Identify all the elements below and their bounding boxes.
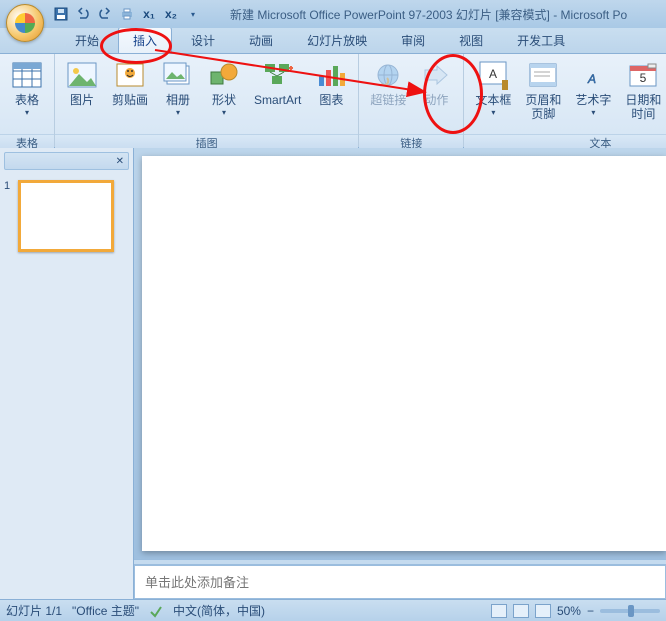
editor-area: 单击此处添加备注 [134, 148, 666, 599]
clipart-button[interactable]: 剪贴画 [105, 56, 155, 132]
tab-review[interactable]: 审阅 [386, 26, 440, 53]
smartart-button[interactable]: SmartArt [247, 56, 308, 132]
shapes-icon [208, 59, 240, 91]
window-title: 新建 Microsoft Office PowerPoint 97-2003 幻… [230, 6, 627, 23]
spellcheck-icon [149, 604, 163, 618]
office-button[interactable] [6, 4, 44, 42]
svg-text:5: 5 [640, 71, 647, 85]
svg-text:A: A [489, 67, 497, 81]
headerfooter-label: 页眉和 页脚 [525, 93, 561, 121]
chevron-down-icon: ▾ [176, 108, 180, 117]
thumbnail-item[interactable]: 1 [4, 180, 129, 252]
table-button[interactable]: 表格 ▾ [4, 56, 50, 132]
chevron-down-icon: ▾ [491, 108, 495, 117]
title-bar: x₁ x₂ ▾ 新建 Microsoft Office PowerPoint 9… [0, 0, 666, 28]
table-icon [11, 59, 43, 91]
chart-button[interactable]: 图表 [308, 56, 354, 132]
undo-icon[interactable] [74, 5, 92, 23]
slide-canvas-area [134, 148, 666, 559]
album-icon [162, 59, 194, 91]
textbox-button[interactable]: A 文本框 ▾ [468, 56, 518, 132]
thumbnail-slide[interactable] [18, 180, 114, 252]
tab-slideshow[interactable]: 幻灯片放映 [292, 26, 382, 53]
sub-x2-icon[interactable]: x₂ [162, 5, 180, 23]
ribbon: 表格 ▾ 表格 图片 剪贴画 相册 ▾ 形状 ▾ [0, 54, 666, 148]
thumbnail-pane: ✕ 1 [0, 148, 134, 599]
zoom-slider[interactable] [600, 609, 660, 613]
album-button[interactable]: 相册 ▾ [155, 56, 201, 132]
hyperlink-label: 超链接 [370, 93, 406, 107]
chart-label: 图表 [319, 93, 343, 107]
action-label: 动作 [424, 93, 448, 107]
picture-label: 图片 [70, 93, 94, 107]
tab-insert[interactable]: 插入 [118, 26, 172, 53]
clipart-label: 剪贴画 [112, 93, 148, 107]
smartart-icon [262, 59, 294, 91]
tab-developer[interactable]: 开发工具 [502, 26, 580, 53]
table-label: 表格 [15, 93, 39, 107]
hyperlink-icon [372, 59, 404, 91]
picture-icon [66, 59, 98, 91]
chart-icon [315, 59, 347, 91]
shapes-label: 形状 [212, 93, 236, 107]
action-icon [420, 59, 452, 91]
qat-more-icon[interactable]: ▾ [184, 5, 202, 23]
redo-icon[interactable] [96, 5, 114, 23]
hyperlink-button: 超链接 [363, 56, 413, 132]
wordart-label: 艺术字 [575, 93, 611, 107]
smartart-label: SmartArt [254, 93, 301, 107]
picture-button[interactable]: 图片 [59, 56, 105, 132]
zoom-level[interactable]: 50% [557, 604, 581, 618]
sub-x1-icon[interactable]: x₁ [140, 5, 158, 23]
quick-access-toolbar: x₁ x₂ ▾ [52, 5, 202, 23]
headerfooter-icon [527, 59, 559, 91]
datetime-label: 日期和 时间 [625, 93, 661, 121]
action-button: 动作 [413, 56, 459, 132]
textbox-icon: A [477, 59, 509, 91]
status-spellcheck[interactable] [149, 604, 163, 618]
close-icon[interactable]: ✕ [116, 156, 124, 167]
save-icon[interactable] [52, 5, 70, 23]
chevron-down-icon: ▾ [591, 108, 595, 117]
datetime-button[interactable]: 5 日期和 时间 [618, 56, 666, 132]
view-slideshow-button[interactable] [535, 604, 551, 618]
datetime-icon: 5 [627, 59, 659, 91]
thumbnail-number: 1 [4, 180, 18, 252]
thumbnail-pane-header: ✕ [4, 152, 129, 170]
status-language[interactable]: 中文(简体，中国) [173, 602, 265, 619]
view-normal-button[interactable] [491, 604, 507, 618]
tab-animation[interactable]: 动画 [234, 26, 288, 53]
chevron-down-icon: ▾ [25, 108, 29, 117]
zoom-out-icon[interactable]: − [587, 604, 594, 618]
headerfooter-button[interactable]: 页眉和 页脚 [518, 56, 568, 132]
print-icon[interactable] [118, 5, 136, 23]
status-slide-count: 幻灯片 1/1 [6, 602, 62, 619]
clipart-icon [114, 59, 146, 91]
tab-view[interactable]: 视图 [444, 26, 498, 53]
wordart-icon: A [577, 59, 609, 91]
tab-design[interactable]: 设计 [176, 26, 230, 53]
view-sorter-button[interactable] [513, 604, 529, 618]
wordart-button[interactable]: A 艺术字 ▾ [568, 56, 618, 132]
ribbon-tabstrip: 开始 插入 设计 动画 幻灯片放映 审阅 视图 开发工具 [0, 28, 666, 54]
notes-pane[interactable]: 单击此处添加备注 [134, 565, 666, 599]
album-label: 相册 [166, 93, 190, 107]
chevron-down-icon: ▾ [222, 108, 226, 117]
workspace: ✕ 1 单击此处添加备注 [0, 148, 666, 599]
status-bar: 幻灯片 1/1 "Office 主题" 中文(简体，中国) 50% − [0, 599, 666, 621]
svg-text:A: A [587, 72, 596, 86]
shapes-button[interactable]: 形状 ▾ [201, 56, 247, 132]
slide-canvas[interactable] [142, 156, 666, 551]
status-theme: "Office 主题" [72, 602, 139, 619]
tab-home[interactable]: 开始 [60, 26, 114, 53]
textbox-label: 文本框 [475, 93, 511, 107]
